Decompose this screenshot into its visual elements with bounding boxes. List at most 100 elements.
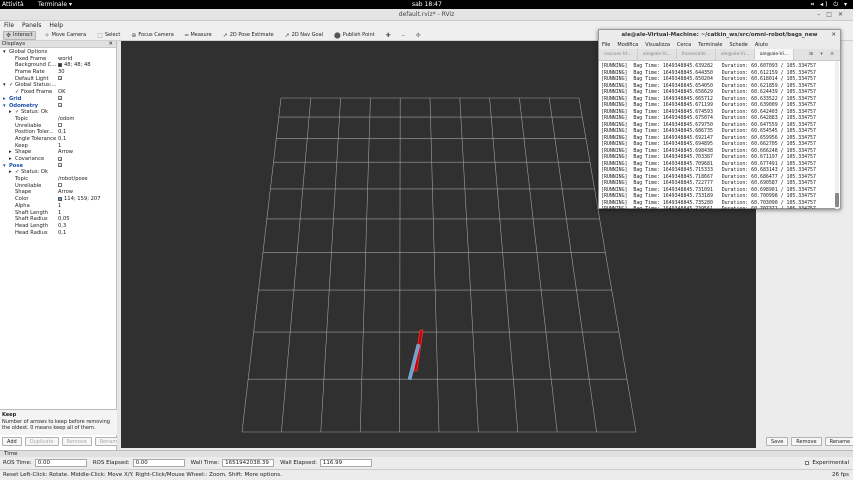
display-row[interactable]: Head Length 0,3 xyxy=(0,223,117,230)
remove-button[interactable]: Remove xyxy=(61,437,92,446)
terminal-menu-schede[interactable]: Schede xyxy=(729,41,747,49)
activities-button[interactable]: Attività xyxy=(2,1,24,8)
display-row[interactable]: Angle Tolerance 0,1 xyxy=(0,136,117,143)
wall-elapsed-field[interactable]: 116.99 xyxy=(319,459,372,467)
save-button[interactable]: Save xyxy=(766,437,789,446)
checkbox-checked[interactable]: ✓ xyxy=(58,163,62,168)
display-row[interactable]: Topic/robot/pose xyxy=(0,176,117,183)
terminal-menu-modifica[interactable]: Modifica xyxy=(617,41,638,49)
checkbox-checked[interactable]: ✓ xyxy=(58,156,62,161)
display-row[interactable]: Frame Rate 30 xyxy=(0,69,117,76)
app-menu[interactable]: Terminale ▾ xyxy=(38,1,72,8)
tree-arrow[interactable]: ▸ xyxy=(9,149,12,156)
menu-help[interactable]: Help xyxy=(49,21,63,30)
display-row[interactable]: Background C... 48; 48; 48 xyxy=(0,62,117,69)
ros-elapsed-field[interactable]: 0.00 xyxy=(132,459,185,467)
tool-extra-8[interactable]: ✚ xyxy=(384,31,393,40)
property-value[interactable]: /odom xyxy=(58,116,74,123)
property-value[interactable]: 0,1 xyxy=(58,230,66,237)
terminal-menu-terminale[interactable]: Terminale xyxy=(698,41,722,49)
property-value[interactable]: 0,1 xyxy=(58,136,66,143)
display-row[interactable]: ▸ ✓ Status: Ok xyxy=(0,109,117,116)
menu-panels[interactable]: Panels xyxy=(22,21,41,30)
display-row[interactable]: Head Radius 0,1 xyxy=(0,230,117,237)
menu-file[interactable]: File xyxy=(4,21,14,30)
property-value[interactable]: ✓ xyxy=(58,103,62,110)
tool-focus-camera[interactable]: ⊕ Focus Camera xyxy=(129,31,176,40)
scrollbar-thumb[interactable] xyxy=(835,193,839,207)
checkbox-unchecked[interactable] xyxy=(58,183,62,188)
terminal-menu-cerca[interactable]: Cerca xyxy=(677,41,691,49)
display-row[interactable]: ▸ Grid ✓ xyxy=(0,96,117,103)
terminal-menu-aiuto[interactable]: Aiuto xyxy=(755,41,768,49)
tree-arrow[interactable]: ▾ xyxy=(3,49,6,56)
tool-move-camera[interactable]: ✧ Move Camera xyxy=(43,31,89,40)
duplicate-button[interactable]: Duplicate xyxy=(24,437,59,446)
wall-time-field[interactable]: 1651942038.39 xyxy=(222,459,275,467)
tool-interact[interactable]: ✥ Interact xyxy=(3,30,36,40)
display-row[interactable]: Alpha 1 xyxy=(0,203,117,210)
close-icon[interactable]: ✕ xyxy=(108,41,113,48)
tree-arrow[interactable]: ▾ xyxy=(3,163,6,170)
display-row[interactable]: Unreliable xyxy=(0,183,117,190)
tool-extra-9[interactable]: – xyxy=(400,31,407,40)
display-row[interactable]: Keep 1 xyxy=(0,143,117,150)
property-value[interactable]: 0,05 xyxy=(58,216,70,223)
tool-select[interactable]: ⬚ Select xyxy=(95,31,122,40)
terminal-tab-tools[interactable]: ⊞ ▾ ≡ xyxy=(809,49,837,61)
terminal-tab[interactable]: ale@ale-Vi... xyxy=(755,49,794,60)
property-value[interactable]: ✓ xyxy=(58,96,62,103)
window-controls[interactable]: –□✕ xyxy=(817,9,849,21)
terminal-menu-visualizza[interactable]: Visualizza xyxy=(645,41,670,49)
terminal-output[interactable]: [RUNNING] Bag Time: 1649348845.639282 Du… xyxy=(599,61,834,209)
property-value[interactable]: 48; 48; 48 xyxy=(58,62,91,69)
property-value[interactable]: 30 xyxy=(58,69,65,76)
property-value[interactable] xyxy=(58,183,62,190)
display-row[interactable]: ▾ ✓ Global Status:... xyxy=(0,82,117,89)
tree-arrow[interactable]: ▸ xyxy=(3,96,6,103)
property-value[interactable]: 0,3 xyxy=(58,223,66,230)
views-remove-button[interactable]: Remove xyxy=(791,437,822,446)
property-value[interactable]: Arrow xyxy=(58,149,73,156)
tool-measure[interactable]: ═ Measure xyxy=(183,31,214,40)
clock[interactable]: sab 18:47 xyxy=(412,1,442,8)
display-row[interactable]: Color 114; 159; 207 xyxy=(0,196,117,203)
tree-arrow[interactable]: ▾ xyxy=(3,103,6,110)
display-row[interactable]: ▸ Shape Arrow xyxy=(0,149,117,156)
property-value[interactable] xyxy=(58,123,62,130)
tree-arrow[interactable]: ▾ xyxy=(3,82,6,89)
checkbox-checked[interactable]: ✓ xyxy=(58,96,62,101)
display-row[interactable]: Shaft Radius 0,05 xyxy=(0,216,117,223)
property-value[interactable]: 1 xyxy=(58,143,61,150)
property-value[interactable]: 114; 159; 207 xyxy=(58,196,101,203)
terminal-tab[interactable]: ale@ale-Vi... xyxy=(716,49,755,60)
property-value[interactable]: ✓ xyxy=(58,76,62,83)
color-swatch[interactable] xyxy=(58,62,62,67)
display-row[interactable]: ▸ Covariance ✓ xyxy=(0,156,117,163)
display-row[interactable]: ▸ ✓ Status: Ok xyxy=(0,169,117,176)
display-row[interactable]: ▾ Global Options xyxy=(0,49,117,56)
property-value[interactable]: OK xyxy=(58,89,66,96)
display-row[interactable]: ▾ Odometry ✓ xyxy=(0,103,117,110)
tool-publish-point[interactable]: ⬤ Publish Point xyxy=(332,31,377,40)
display-row[interactable]: Shaft Length 1 xyxy=(0,210,117,217)
property-value[interactable]: 1 xyxy=(58,210,61,217)
terminal-window[interactable]: ale@ale-Virtual-Machine: ~/catkin_ws/src… xyxy=(598,29,841,209)
display-row[interactable]: Position Toler... 0,1 xyxy=(0,129,117,136)
property-value[interactable]: 0,1 xyxy=(58,129,66,136)
property-value[interactable]: /robot/pose xyxy=(58,176,88,183)
display-row[interactable]: Shape Arrow xyxy=(0,189,117,196)
terminal-scrollbar[interactable] xyxy=(835,61,839,209)
terminal-tab[interactable]: ale@ale-Vi... xyxy=(638,49,677,60)
tool-2d-pose-estimate[interactable]: ➚ 2D Pose Estimate xyxy=(221,31,276,40)
tool-2d-nav-goal[interactable]: ➚ 2D Nav Goal xyxy=(283,31,325,40)
display-row[interactable]: ▾ Pose ✓ xyxy=(0,163,117,170)
display-row[interactable]: Topic/odom xyxy=(0,116,117,123)
display-row[interactable]: Fixed Frame world xyxy=(0,56,117,63)
checkbox-checked[interactable]: ✓ xyxy=(58,103,62,108)
views-rename-button[interactable]: Rename xyxy=(824,437,853,446)
terminal-menu-file[interactable]: File xyxy=(602,41,610,49)
terminal-tab[interactable]: /home/ale/... xyxy=(677,49,716,60)
close-icon[interactable]: ✕ xyxy=(831,30,836,41)
terminal-tab[interactable]: roscore ht... xyxy=(599,49,638,60)
